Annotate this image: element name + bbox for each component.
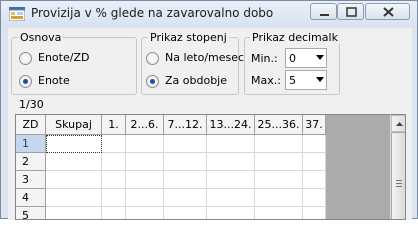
- grid-cell[interactable]: [207, 171, 255, 189]
- osnova-group-label: Osnova: [18, 31, 64, 44]
- grid-cell[interactable]: [126, 171, 164, 189]
- grid-cell[interactable]: [255, 135, 303, 153]
- grid-cell[interactable]: [164, 171, 207, 189]
- grid-cell[interactable]: [207, 207, 255, 219]
- vertical-scrollbar[interactable]: [390, 115, 405, 219]
- title-bar[interactable]: Provizija v % glede na zavarovalno dobo: [1, 1, 417, 27]
- grip-line: [396, 180, 402, 181]
- grid-cell[interactable]: [126, 153, 164, 171]
- scroll-up-button[interactable]: [391, 115, 405, 132]
- decimalke-max-label: Max.:: [251, 74, 281, 87]
- decimalke-min-select[interactable]: 0: [285, 48, 327, 68]
- prikaz-stopenj-group: Prikaz stopenj Na leto/mesec Za obdobje: [141, 31, 244, 95]
- column-header-2-6[interactable]: 2...6.: [126, 115, 164, 135]
- grip-line: [396, 186, 402, 187]
- stopnje-za-obdobje-radio[interactable]: [146, 75, 159, 88]
- grid-cell[interactable]: [102, 153, 126, 171]
- client-area: Osnova Enote/ZD Enote Prikaz stopenj Na …: [8, 28, 412, 220]
- prikaz-stopenj-group-label: Prikaz stopenj: [148, 31, 229, 44]
- grid-cell[interactable]: [126, 135, 164, 153]
- decimalke-max-select[interactable]: 5: [285, 70, 327, 90]
- grid-cell[interactable]: [255, 171, 303, 189]
- prikaz-decimalk-group: Prikaz decimalk Min.: 0 Max.: 5: [244, 31, 340, 95]
- osnova-enote-zd-radio[interactable]: [19, 52, 32, 65]
- grid-cell[interactable]: [303, 171, 326, 189]
- grid-cell[interactable]: [102, 189, 126, 207]
- column-header-25-36[interactable]: 25...36.: [255, 115, 303, 135]
- column-header-13-24[interactable]: 13...24.: [207, 115, 255, 135]
- grid-cell[interactable]: [102, 171, 126, 189]
- decimalke-min-label: Min.:: [251, 52, 278, 65]
- app-window: Provizija v % glede na zavarovalno dobo …: [0, 0, 418, 220]
- grip-line: [396, 183, 402, 184]
- data-grid[interactable]: ZD Skupaj 1. 2...6. 7...12. 13...24. 25.…: [15, 114, 406, 220]
- grid-cell[interactable]: [255, 207, 303, 219]
- column-header-1[interactable]: 1.: [102, 115, 126, 135]
- grid-cell[interactable]: [164, 135, 207, 153]
- grid-cell[interactable]: [164, 189, 207, 207]
- grid-cell[interactable]: [102, 207, 126, 219]
- grid-cell[interactable]: [46, 153, 102, 171]
- osnova-enote-radio[interactable]: [19, 75, 32, 88]
- decimalke-max-value: 5: [289, 74, 296, 87]
- stopnje-za-obdobje-label[interactable]: Za obdobje: [165, 74, 227, 87]
- prikaz-decimalk-group-label: Prikaz decimalk: [250, 31, 340, 44]
- row-header[interactable]: 4: [16, 189, 46, 207]
- row-header[interactable]: 3: [16, 171, 46, 189]
- window-title: Provizija v % glede na zavarovalno dobo: [31, 6, 274, 20]
- grid-cell[interactable]: [46, 135, 102, 153]
- column-header-37[interactable]: 37.: [303, 115, 326, 135]
- grid-cell[interactable]: [303, 153, 326, 171]
- grid-cell[interactable]: [164, 153, 207, 171]
- grid-cell[interactable]: [102, 135, 126, 153]
- osnova-group: Osnova Enote/ZD Enote: [11, 31, 137, 95]
- row-header[interactable]: 1: [16, 135, 46, 153]
- minimize-button[interactable]: [310, 3, 337, 20]
- close-icon: [383, 7, 394, 17]
- chevron-down-icon: [316, 55, 324, 60]
- grid-cell[interactable]: [164, 207, 207, 219]
- chevron-down-icon: [316, 77, 324, 82]
- grid-cell[interactable]: [46, 171, 102, 189]
- stopnje-na-leto-mesec-radio[interactable]: [146, 52, 159, 65]
- grid-cell[interactable]: [255, 189, 303, 207]
- record-counter: 1/30: [19, 98, 44, 111]
- osnova-enote-zd-label[interactable]: Enote/ZD: [38, 51, 89, 64]
- osnova-enote-label[interactable]: Enote: [38, 74, 70, 87]
- column-header-skupaj[interactable]: Skupaj: [46, 115, 102, 135]
- maximize-button[interactable]: [337, 3, 364, 20]
- maximize-icon: [346, 7, 357, 17]
- decimalke-min-value: 0: [289, 52, 296, 65]
- minimize-icon: [320, 14, 329, 16]
- grid-cell[interactable]: [207, 153, 255, 171]
- grid-empty-area: [326, 115, 390, 219]
- stopnje-na-leto-mesec-label[interactable]: Na leto/mesec: [165, 51, 244, 64]
- scroll-thumb[interactable]: [391, 132, 405, 219]
- column-header-zd[interactable]: ZD: [16, 115, 46, 135]
- grid-cell[interactable]: [255, 153, 303, 171]
- chevron-up-icon: [396, 122, 403, 126]
- grid-cell[interactable]: [303, 135, 326, 153]
- grid-cell[interactable]: [46, 189, 102, 207]
- app-icon: [9, 7, 25, 21]
- row-header[interactable]: 5: [16, 207, 46, 219]
- grid-cell[interactable]: [207, 189, 255, 207]
- grid-cell[interactable]: [46, 207, 102, 219]
- grid-cell[interactable]: [303, 189, 326, 207]
- close-button[interactable]: [365, 3, 410, 20]
- column-header-7-12[interactable]: 7...12.: [164, 115, 207, 135]
- grid-cell[interactable]: [207, 135, 255, 153]
- grid-cell[interactable]: [126, 189, 164, 207]
- grid-cell[interactable]: [126, 207, 164, 219]
- row-header[interactable]: 2: [16, 153, 46, 171]
- grid-cell[interactable]: [303, 207, 326, 219]
